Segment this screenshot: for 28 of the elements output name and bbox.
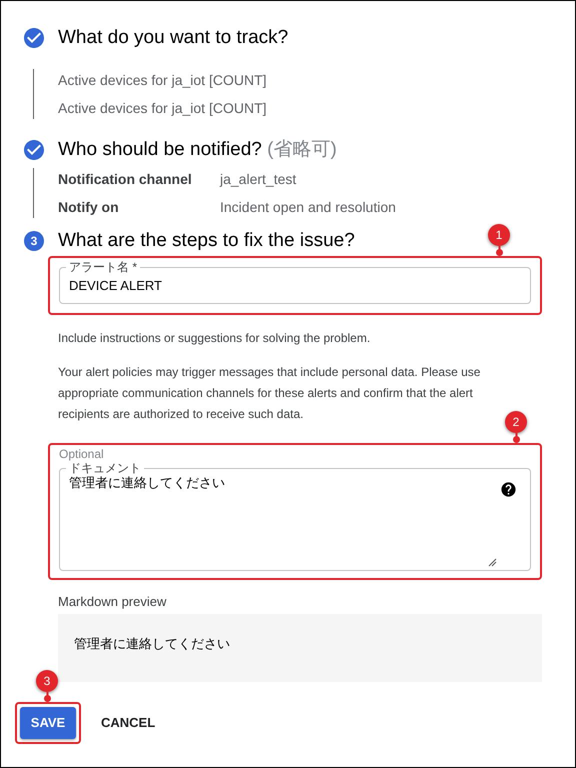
callout-badge: 3 — [36, 670, 58, 692]
detail-value: Incident open and resolution — [220, 198, 396, 217]
step-title: What are the steps to fix the issue? — [58, 229, 355, 253]
field-value[interactable]: 管理者に連絡してください — [66, 475, 466, 515]
resize-handle-icon[interactable] — [488, 558, 497, 567]
detail-label: Notify on — [58, 198, 120, 217]
help-icon[interactable] — [500, 481, 517, 498]
field-value[interactable]: DEVICE ALERT — [66, 276, 524, 296]
metric-label: Active devices for ja_iot [COUNT] — [58, 99, 268, 118]
detail-label: Notification channel — [58, 170, 193, 189]
step-title: What do you want to track? — [58, 26, 288, 50]
field-label: ドキュメント — [68, 461, 142, 475]
detail-value: ja_alert_test — [220, 170, 296, 189]
step-number: 3 — [24, 231, 44, 251]
preview-text: 管理者に連絡してください — [74, 636, 230, 651]
cancel-button[interactable]: CANCEL — [93, 707, 164, 739]
privacy-note: Your alert policies may trigger messages that include personal data. Please use appropriate communication channels for these alerts and confirm that the alert recipients are authorized to receive such data. — [58, 364, 482, 423]
step-title: Who should be notified? (省略可) — [58, 138, 337, 162]
preview-label: Markdown preview — [58, 594, 168, 610]
help-text: Include instructions or suggestions for solving the problem. — [58, 330, 372, 347]
metric-label: Active devices for ja_iot [COUNT] — [58, 71, 268, 90]
text-field[interactable]: アラート名 * DEVICE ALERT — [59, 260, 531, 304]
callout-badge: 2 — [505, 411, 527, 433]
textarea-field[interactable]: ドキュメント 管理者に連絡してください — [59, 461, 531, 571]
field-label: アラート名 * — [68, 260, 138, 274]
optional-hint: Optional — [59, 447, 105, 461]
save-button[interactable]: SAVE — [20, 707, 76, 739]
callout-badge: 1 — [488, 224, 510, 246]
